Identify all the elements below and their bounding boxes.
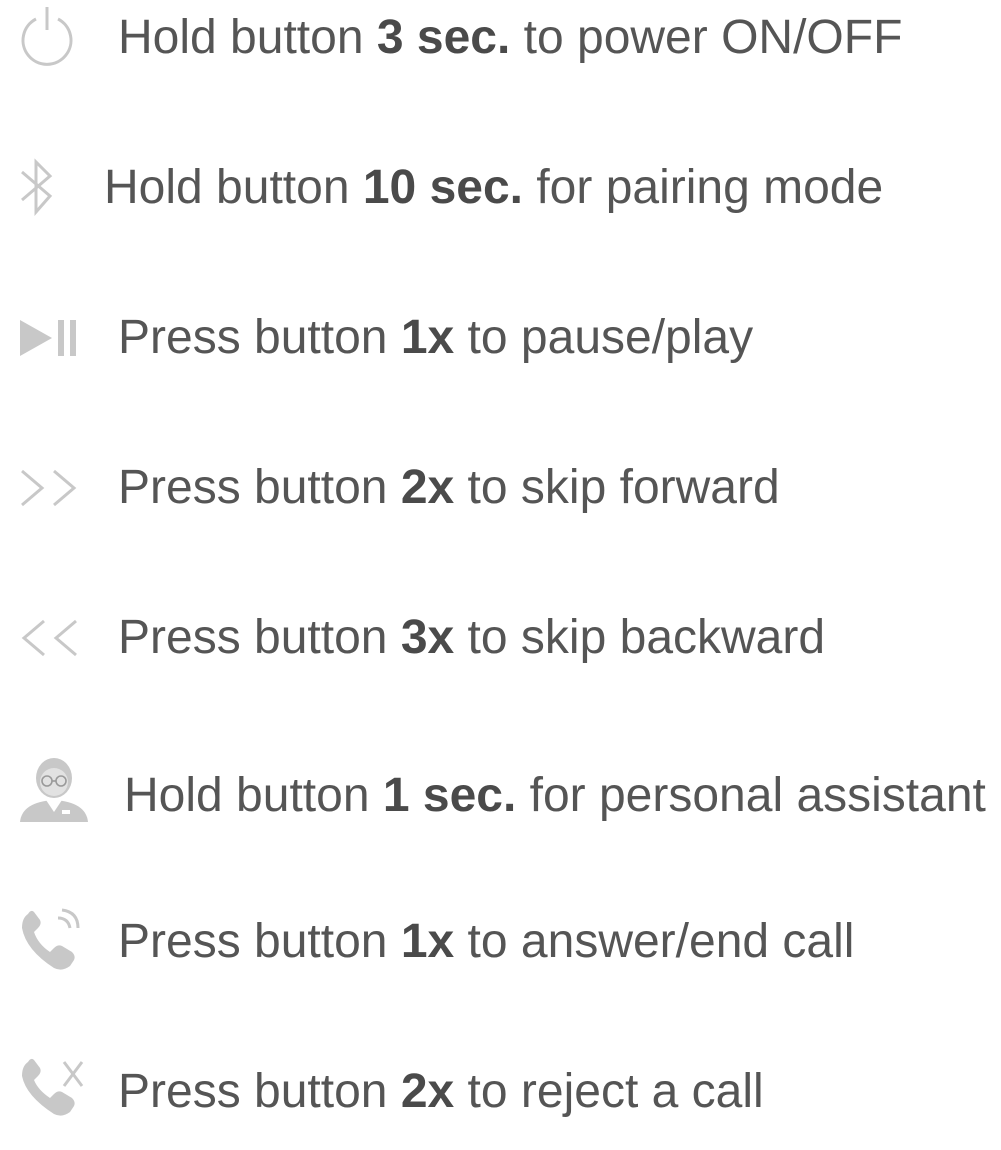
instruction-duration: 1x xyxy=(400,915,455,968)
instruction-text: Press button 3x to skip backward xyxy=(118,611,826,664)
bluetooth-icon xyxy=(18,154,58,220)
phone-reject-icon xyxy=(18,1056,90,1118)
instruction-duration: 2x xyxy=(400,1065,455,1118)
skip-forward-icon xyxy=(18,468,82,508)
instruction-duration: 2x xyxy=(400,461,455,514)
skip-backward-icon xyxy=(18,618,82,658)
power-icon xyxy=(18,4,76,70)
instruction-duration: 10 sec. xyxy=(362,161,523,214)
instruction-duration: 1x xyxy=(400,311,455,364)
phone-answer-icon xyxy=(18,906,84,972)
instruction-text: Hold button 3 sec. to power ON/OFF xyxy=(118,11,903,64)
instruction-text: Press button 1x to answer/end call xyxy=(118,915,855,968)
instruction-duration: 3x xyxy=(400,611,455,664)
play-pause-icon xyxy=(18,318,82,358)
instruction-text: Hold button 10 sec. for pairing mode xyxy=(104,161,884,214)
instruction-text: Hold button 1 sec. for personal assistan… xyxy=(124,769,986,822)
instruction-text: Press button 2x to skip forward xyxy=(118,461,780,514)
instruction-text: Press button 1x to pause/play xyxy=(118,311,754,364)
instruction-text: Press button 2x to reject a call xyxy=(118,1065,764,1118)
instruction-duration: 1 sec. xyxy=(382,769,517,822)
instruction-duration: 3 sec. xyxy=(376,11,511,64)
personal-assistant-icon xyxy=(16,754,92,826)
